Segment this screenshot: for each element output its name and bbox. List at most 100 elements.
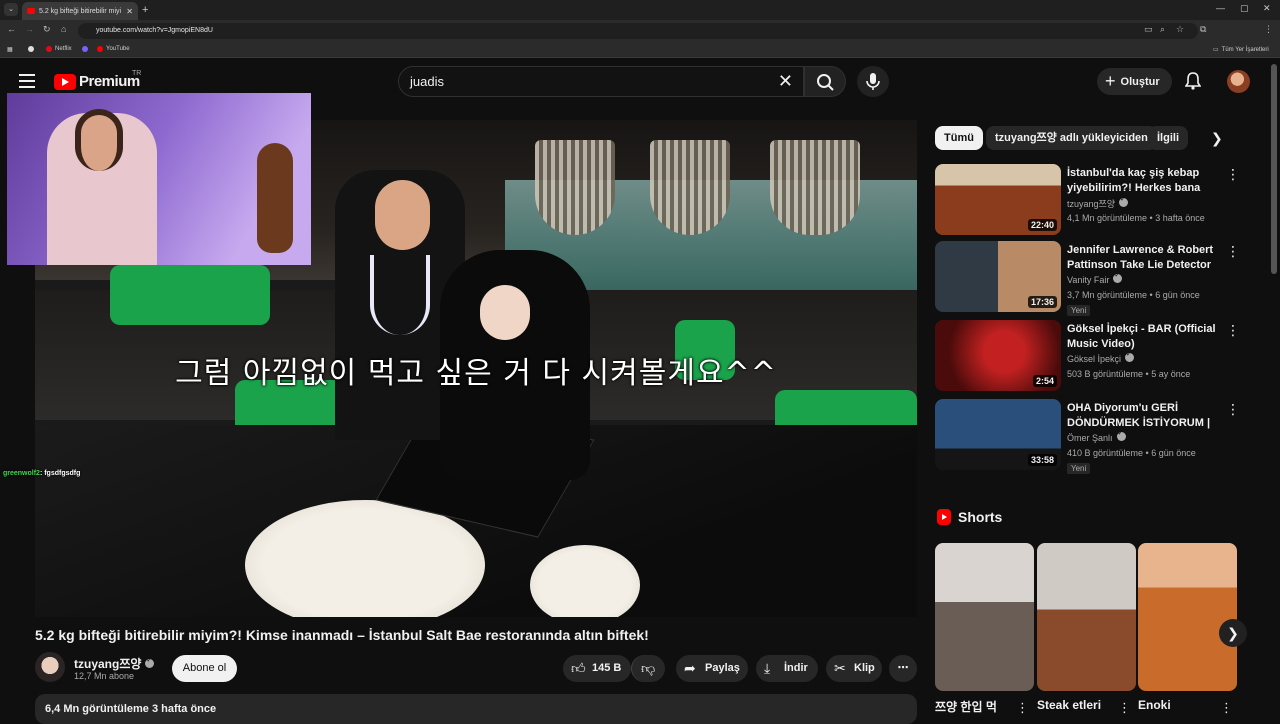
bookmark-netflix[interactable]: Netflix xyxy=(46,46,72,52)
chat-message: : fgsdfgsdfg xyxy=(39,470,81,477)
clip-button[interactable]: ✂ Klip xyxy=(826,655,882,682)
views-and-date: 6,4 Mn görüntüleme 3 hafta önce xyxy=(45,703,217,715)
duration-badge: 2:54 xyxy=(1032,375,1057,387)
search-icon xyxy=(817,74,834,91)
all-bookmarks-label: Tüm Yer İşaretleri xyxy=(1221,46,1269,53)
hamburger-menu-icon[interactable] xyxy=(19,74,35,88)
minimize-button[interactable]: — xyxy=(1216,3,1225,13)
zoom-icon[interactable]: ⌕ xyxy=(1160,24,1165,35)
search-input[interactable]: juadis ✕ xyxy=(398,66,804,97)
like-button[interactable]: 👍︎ 145 B xyxy=(563,655,631,682)
cast-icon[interactable]: ▭ xyxy=(1144,24,1153,35)
page-scrollbar[interactable] xyxy=(1271,64,1277,274)
thumbs-up-icon: 👍︎ xyxy=(571,660,586,676)
recommendation-item[interactable]: 22:40 İstanbul'da kaç şiş kebap yiyebili… xyxy=(935,164,1240,238)
recommendation-title: OHA Diyorum'u GERİ DÖNDÜRMEK İSTİYORUM |… xyxy=(1067,402,1211,429)
tab-search-button[interactable]: ⌄ xyxy=(4,3,18,16)
new-badge: Yeni xyxy=(1067,305,1091,316)
duration-badge: 22:40 xyxy=(1027,219,1057,231)
create-button[interactable]: + Oluştur xyxy=(1097,68,1172,95)
channel-avatar[interactable] xyxy=(35,652,65,682)
kebab-menu-icon[interactable]: ⋮ xyxy=(1016,700,1029,716)
kebab-menu-icon[interactable]: ⋮ xyxy=(1118,700,1131,716)
shorts-next-chevron-icon[interactable]: ❯ xyxy=(1219,619,1247,647)
channel-text: Göksel İpekçi xyxy=(1067,354,1122,364)
notifications-button[interactable] xyxy=(1184,72,1202,95)
apps-grid-icon[interactable]: ▦ xyxy=(7,46,13,53)
scissors-icon: ✂ xyxy=(834,660,846,676)
logo-region: TR xyxy=(132,70,142,77)
channel-text: tzuyang쯔양 xyxy=(1067,199,1116,209)
recommendation-item[interactable]: 2:54 Göksel İpekçi - BAR (Official Music… xyxy=(935,320,1240,394)
all-bookmarks[interactable]: ▭ Tüm Yer İşaretleri xyxy=(1213,46,1269,54)
bookmark-label: YouTube xyxy=(106,46,130,52)
clear-search-icon[interactable]: ✕ xyxy=(778,67,793,96)
browser-tab-strip xyxy=(0,0,1280,20)
share-button[interactable]: ➦ Paylaş xyxy=(676,655,748,682)
kebab-menu-icon[interactable]: ⋮ xyxy=(1220,700,1233,716)
reload-icon[interactable]: ↻ xyxy=(43,24,51,35)
download-label: İndir xyxy=(784,662,808,674)
video-subtitle: 그럼 아낌없이 먹고 싶은 거 다 시켜볼게요^^ xyxy=(175,356,777,391)
video-frame-rice-bowl xyxy=(530,545,640,617)
forward-arrow-icon[interactable]: → xyxy=(25,24,34,34)
search-button[interactable] xyxy=(804,66,846,97)
bookmark-youtube[interactable]: YouTube xyxy=(97,46,130,52)
new-tab-button[interactable]: + xyxy=(142,4,148,16)
video-thumbnail: 33:58 xyxy=(935,399,1061,470)
recommendation-channel: tzuyang쯔양 xyxy=(1067,195,1129,210)
channel-name[interactable]: tzuyang쯔양 xyxy=(74,655,155,672)
chip-all[interactable]: Tümü xyxy=(935,126,983,150)
folder-icon: ▭ xyxy=(1213,47,1219,53)
youtube-premium-logo[interactable]: Premium TR xyxy=(54,70,142,90)
video-thumbnail: 2:54 xyxy=(935,320,1061,391)
recommendation-item[interactable]: 17:36 Jennifer Lawrence & Robert Pattins… xyxy=(935,241,1240,316)
more-actions-button[interactable]: ⋯ xyxy=(889,655,917,682)
account-avatar[interactable] xyxy=(1227,70,1250,93)
browser-tab-active[interactable]: 5.2 kg bifteği bitirebilir miyi ✕ xyxy=(22,2,138,20)
kebab-menu-icon[interactable]: ⋮ xyxy=(1226,243,1240,260)
channel-text: Ömer Şanlı xyxy=(1067,433,1113,443)
bookmark-purple[interactable] xyxy=(82,46,88,52)
guitar-image xyxy=(257,143,293,253)
subscribe-button[interactable]: Abone ol xyxy=(172,655,237,682)
close-window-button[interactable]: ✕ xyxy=(1263,3,1271,14)
chip-next-chevron-icon[interactable]: ❯ xyxy=(1211,130,1223,147)
thumbs-down-icon: 👎︎ xyxy=(641,660,656,676)
share-label: Paylaş xyxy=(705,662,740,674)
recommendation-item[interactable]: 33:58 OHA Diyorum'u GERİ DÖNDÜRMEK İSTİY… xyxy=(935,399,1240,474)
microphone-icon xyxy=(866,73,880,90)
webcam-overlay xyxy=(7,93,311,265)
google-icon xyxy=(28,46,34,52)
shorts-heading: Shorts xyxy=(937,509,1002,525)
chip-related[interactable]: İlgili xyxy=(1148,126,1188,150)
verified-icon xyxy=(145,656,155,668)
maximize-button[interactable]: ▢ xyxy=(1240,3,1249,14)
short-thumbnail[interactable] xyxy=(1037,543,1136,691)
bookmark-star-icon[interactable]: ☆ xyxy=(1176,24,1184,35)
kebab-menu-icon[interactable]: ⋮ xyxy=(1226,322,1240,339)
voice-search-button[interactable] xyxy=(857,66,889,97)
chip-from-uploader[interactable]: tzuyang쯔양 adlı yükleyiciden xyxy=(986,126,1157,150)
verified-icon xyxy=(1113,271,1123,283)
kebab-menu-icon[interactable]: ⋮ xyxy=(1226,166,1240,183)
share-icon: ➦ xyxy=(684,660,696,676)
short-title[interactable]: Enoki xyxy=(1138,698,1171,712)
home-icon[interactable]: ⌂ xyxy=(61,24,66,34)
extensions-icon[interactable]: ⧉ xyxy=(1200,24,1206,35)
browser-menu-icon[interactable]: ⋮ xyxy=(1264,24,1273,35)
short-title[interactable]: 쯔양 한입 먹 xyxy=(935,698,997,715)
url-bar[interactable]: youtube.com/watch?v=JgmopiEN8dU xyxy=(78,23,1198,39)
short-thumbnail[interactable] xyxy=(935,543,1034,691)
kebab-menu-icon[interactable]: ⋮ xyxy=(1226,401,1240,418)
video-thumbnail: 22:40 xyxy=(935,164,1061,235)
back-arrow-icon[interactable]: ← xyxy=(7,24,16,34)
short-title[interactable]: Steak etleri xyxy=(1037,698,1101,712)
tab-close-icon[interactable]: ✕ xyxy=(126,7,133,16)
download-button[interactable]: ⤓ İndir xyxy=(756,655,818,682)
video-frame-chandelier xyxy=(770,140,860,235)
short-thumbnail[interactable] xyxy=(1138,543,1237,691)
verified-icon xyxy=(1125,350,1135,362)
bookmark-google[interactable] xyxy=(28,46,34,52)
dislike-button[interactable]: 👎︎ xyxy=(631,655,665,682)
